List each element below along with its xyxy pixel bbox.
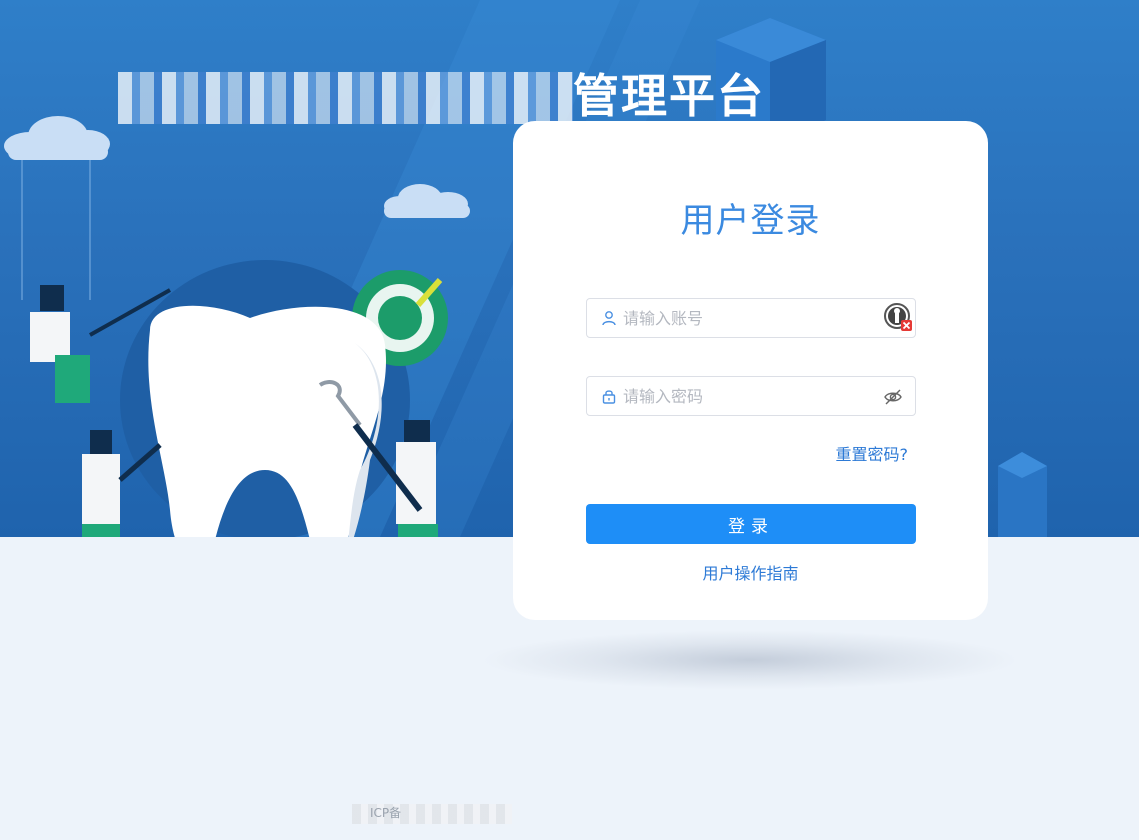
login-button[interactable]: 登录 bbox=[586, 504, 916, 544]
user-guide-link[interactable]: 用户操作指南 bbox=[513, 560, 988, 584]
user-icon bbox=[602, 311, 616, 326]
password-manager-icon[interactable] bbox=[883, 302, 913, 332]
reset-password-link[interactable]: 重置密码? bbox=[836, 441, 909, 465]
username-field[interactable] bbox=[586, 298, 916, 338]
username-input[interactable] bbox=[623, 299, 873, 337]
redacted-title-mask bbox=[118, 72, 573, 124]
password-field[interactable] bbox=[586, 376, 916, 416]
lock-icon bbox=[602, 390, 616, 404]
password-input[interactable] bbox=[623, 377, 873, 415]
platform-title-text: 管理平台 bbox=[573, 69, 765, 123]
cloud-shape bbox=[4, 116, 110, 160]
login-card: 用户登录 重置密码? 登录 用户操作指南 bbox=[513, 121, 988, 620]
footer-record: ICP备 bbox=[352, 800, 512, 826]
footer-record-text: ICP备 bbox=[370, 806, 402, 820]
cube-shape bbox=[998, 452, 1047, 537]
platform-title: 管理平台 bbox=[118, 66, 778, 126]
login-title: 用户登录 bbox=[680, 201, 821, 241]
eye-off-icon[interactable] bbox=[883, 387, 903, 407]
card-shadow bbox=[480, 630, 1020, 690]
